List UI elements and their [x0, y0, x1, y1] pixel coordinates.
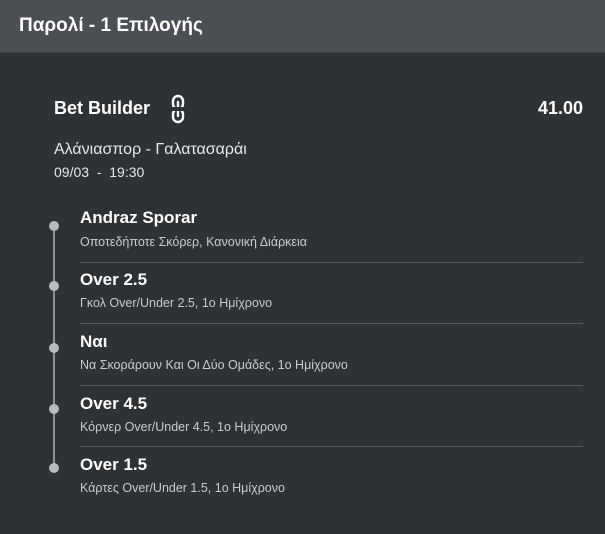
selection-item: Over 1.5 Κάρτες Over/Under 1.5, 1ο Ημίχρ…: [0, 445, 605, 506]
selection-market: Οποτεδήποτε Σκόρερ, Κανονική Διάρκεια: [80, 235, 308, 249]
match-name[interactable]: Αλάνιασπορ - Γαλατασαράι: [54, 141, 247, 159]
selection-market: Κάρτες Over/Under 1.5, 1ο Ημίχρονο: [80, 481, 285, 495]
bet-builder-title: Bet Builder: [54, 98, 151, 118]
timeline-dot: [49, 281, 59, 291]
total-odds: 41.00: [537, 98, 583, 118]
selection-item: Over 4.5 Κόρνερ Over/Under 4.5, 1ο Ημίχρ…: [0, 384, 605, 447]
timeline-dot: [49, 463, 59, 473]
selection-title: Andraz Sporar: [80, 208, 198, 227]
selection-item: Andraz Sporar Οποτεδήποτε Σκόρερ, Κανονι…: [0, 200, 605, 263]
betslip-title: Παρολί - 1 Επιλογής: [19, 15, 203, 36]
selection-market: Γκολ Over/Under 2.5, 1ο Ημίχρονο: [80, 296, 273, 310]
selection-market: Κόρνερ Over/Under 4.5, 1ο Ημίχρονο: [80, 420, 288, 434]
betslip-panel: Παρολί - 1 Επιλογής Bet Builder 41.00 Αλ…: [0, 0, 605, 534]
betslip-header[interactable]: Παρολί - 1 Επιλογής: [0, 0, 605, 53]
match-datetime: 09/03 - 19:30: [54, 164, 145, 180]
selection-item: Ναι Να Σκοράρουν Και Οι Δύο Ομάδες, 1ο Η…: [0, 322, 605, 386]
link-icon: [166, 92, 190, 126]
timeline-dot: [49, 404, 59, 414]
selection-title: Ναι: [80, 332, 108, 351]
timeline-dot: [49, 221, 59, 231]
selection-title: Over 4.5: [80, 394, 148, 413]
timeline-dot: [49, 343, 59, 353]
selection-item: Over 2.5 Γκολ Over/Under 2.5, 1ο Ημίχρον…: [0, 261, 605, 324]
selection-title: Over 2.5: [80, 270, 148, 289]
selection-title: Over 1.5: [80, 455, 148, 474]
selection-market: Να Σκοράρουν Και Οι Δύο Ομάδες, 1ο Ημίχρ…: [80, 358, 348, 372]
